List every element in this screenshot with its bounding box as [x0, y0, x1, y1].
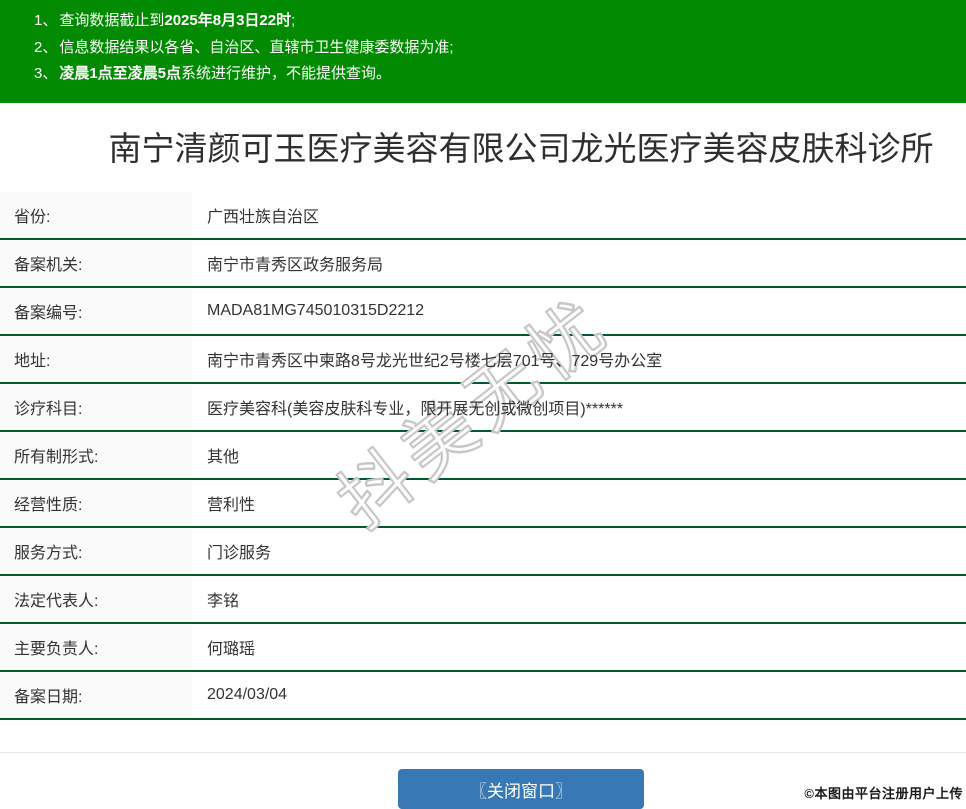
- field-label: 服务方式:: [0, 528, 192, 574]
- notice-text-bold: 凌晨1点至凌晨5点: [59, 65, 182, 82]
- table-row: 所有制形式: 其他: [0, 432, 966, 480]
- notice-text-bold: 2025年8月3日22时: [164, 12, 292, 29]
- notice-text: ;: [291, 12, 296, 29]
- field-value: 医疗美容科(美容皮肤科专业，限开展无创或微创项目)******: [207, 401, 624, 418]
- field-label: 主要负责人:: [0, 624, 192, 670]
- section-divider: [0, 752, 966, 753]
- field-label: 经营性质:: [0, 480, 192, 526]
- field-label: 诊疗科目:: [0, 384, 192, 430]
- table-row: 服务方式: 门诊服务: [0, 528, 966, 576]
- table-row: 备案机关: 南宁市青秀区政务服务局: [0, 240, 966, 288]
- field-label: 备案编号:: [0, 288, 192, 334]
- field-value: 广西壮族自治区: [207, 209, 320, 226]
- table-row: 经营性质: 营利性: [0, 480, 966, 528]
- field-value: 门诊服务: [207, 545, 272, 562]
- field-value: 营利性: [207, 497, 256, 514]
- notice-text: 系统进行维护，不能提供查询。: [181, 65, 392, 82]
- table-row: 备案日期: 2024/03/04: [0, 672, 966, 720]
- notice-line-2: 2、 信息数据结果以各省、自治区、直辖市卫生健康委数据为准;: [34, 35, 956, 62]
- table-row: 法定代表人: 李铭: [0, 576, 966, 624]
- close-window-button[interactable]: 〖关闭窗口〗: [398, 769, 644, 809]
- image-credit: ©本图由平台注册用户上传: [804, 786, 963, 801]
- field-value: 何璐瑶: [207, 641, 256, 658]
- field-label: 法定代表人:: [0, 576, 192, 622]
- field-value: 其他: [207, 449, 240, 466]
- field-value: 李铭: [207, 593, 240, 610]
- table-row: 地址: 南宁市青秀区中柬路8号龙光世纪2号楼七层701号、729号办公室: [0, 336, 966, 384]
- field-value: MADA81MG745010315D2212: [207, 302, 425, 319]
- page-title: 南宁清颜可玉医疗美容有限公司龙光医疗美容皮肤科诊所: [108, 130, 934, 167]
- notice-line-number: 2、: [34, 38, 58, 56]
- field-label: 省份:: [0, 192, 192, 238]
- table-row: 备案编号: MADA81MG745010315D2212: [0, 288, 966, 336]
- field-label: 所有制形式:: [0, 432, 192, 478]
- field-label: 备案日期:: [0, 672, 192, 718]
- field-value: 南宁市青秀区中柬路8号龙光世纪2号楼七层701号、729号办公室: [207, 353, 663, 370]
- field-label: 备案机关:: [0, 240, 192, 286]
- notice-text: 信息数据结果以各省、自治区、直辖市卫生健康委数据为准;: [59, 38, 454, 56]
- notice-line-3: 3、 凌晨1点至凌晨5点系统进行维护，不能提供查询。: [34, 61, 956, 88]
- notice-banner: 1、 查询数据截止到2025年8月3日22时; 2、 信息数据结果以各省、自治区、直…: [0, 0, 966, 103]
- notice-line-number: 1、: [34, 12, 58, 29]
- notice-line-1: 1、 查询数据截止到2025年8月3日22时;: [34, 8, 956, 35]
- info-table: 省份: 广西壮族自治区 备案机关: 南宁市青秀区政务服务局 备案编号: MADA…: [0, 192, 966, 720]
- notice-text: 查询数据截止到: [59, 12, 165, 29]
- field-label: 地址:: [0, 336, 192, 382]
- table-row: 诊疗科目: 医疗美容科(美容皮肤科专业，限开展无创或微创项目)******: [0, 384, 966, 432]
- table-row: 主要负责人: 何璐瑶: [0, 624, 966, 672]
- notice-line-number: 3、: [34, 65, 58, 82]
- table-row: 省份: 广西壮族自治区: [0, 192, 966, 240]
- field-value: 2024/03/04: [207, 686, 288, 703]
- field-value: 南宁市青秀区政务服务局: [207, 257, 384, 274]
